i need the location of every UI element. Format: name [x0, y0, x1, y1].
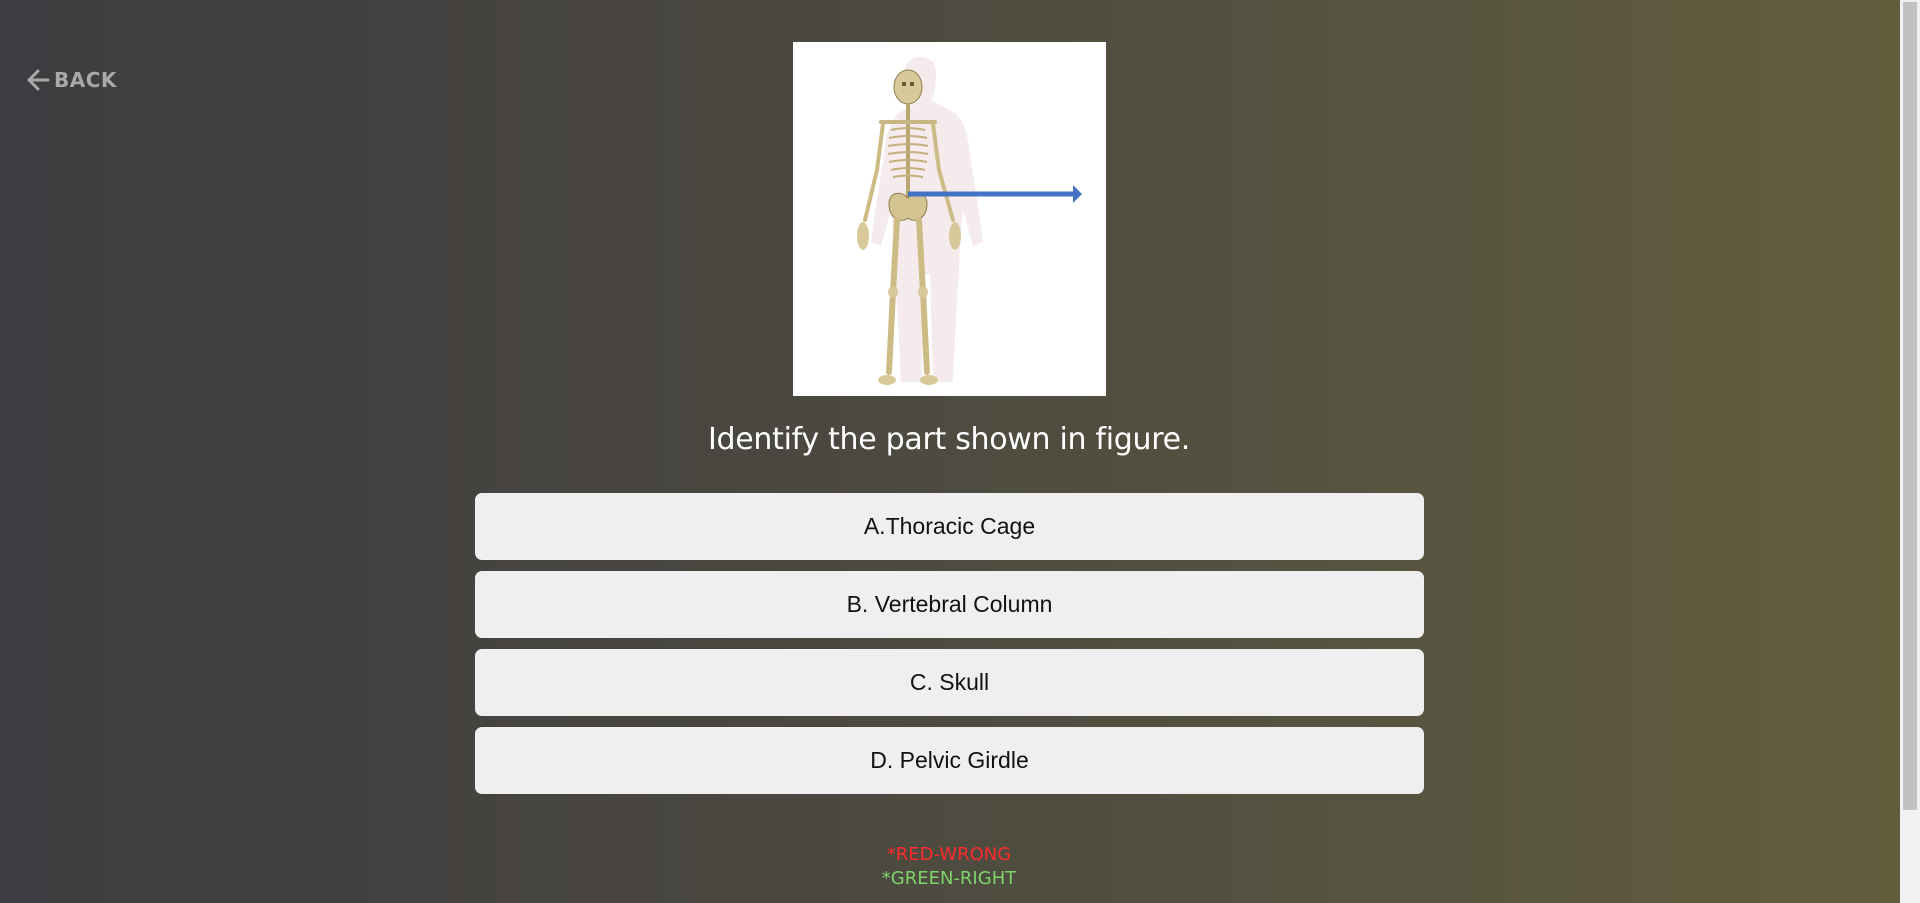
skeleton-illustration	[857, 56, 1082, 385]
legend-right: *GREEN-RIGHT	[881, 868, 1017, 889]
option-c-button[interactable]: C. Skull	[475, 649, 1424, 716]
legend-wrong: *RED-WRONG	[886, 844, 1012, 865]
vertical-scrollbar[interactable]	[1900, 0, 1920, 903]
option-a-button[interactable]: A.Thoracic Cage	[475, 493, 1424, 560]
option-d-button[interactable]: D. Pelvic Girdle	[475, 727, 1424, 794]
option-b-button[interactable]: B. Vertebral Column	[475, 571, 1424, 638]
question-text: Identify the part shown in figure.	[707, 422, 1190, 457]
question-figure	[793, 42, 1106, 396]
pelvis	[888, 192, 928, 221]
skull	[893, 69, 923, 105]
scrollbar-thumb[interactable]	[1903, 2, 1917, 810]
arrow-left-icon	[26, 69, 50, 91]
back-button[interactable]: BACK	[26, 68, 117, 92]
back-label: BACK	[54, 68, 117, 92]
